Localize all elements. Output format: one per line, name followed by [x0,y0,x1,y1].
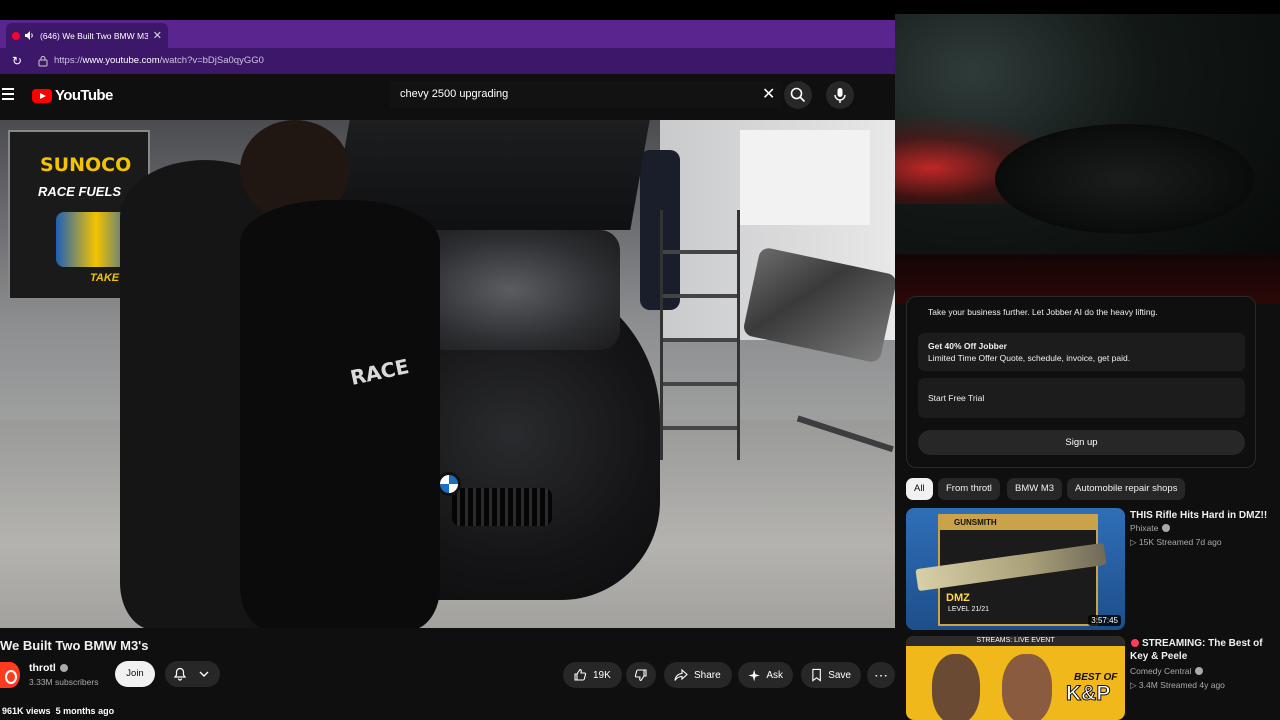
chip-all[interactable]: All [906,478,933,500]
recommendation-channel-name: Phixate [1130,523,1159,533]
thumb-face [932,654,980,720]
more-icon: ⋯ [874,667,888,683]
scene-window [740,130,870,225]
address-bar: ↻ https://www.youtube.com/watch?v=bDjSa0… [0,48,895,74]
webcam-overlay [895,14,1280,304]
subscriber-count: 3.33M subscribers [29,677,99,687]
video-duration: 3:57:45 [1088,615,1121,626]
scene-grille [452,488,552,526]
speaker-icon[interactable] [25,31,35,40]
save-label: Save [828,669,851,681]
youtube-favicon-icon [12,31,20,40]
recommendation-meta: ▷ 3.4M Streamed 4y ago [1130,680,1225,691]
thumb-dmz: DMZ [946,592,970,604]
url-field[interactable]: https://www.youtube.com/watch?v=bDjSa0qy… [54,55,264,66]
start-free-trial-label: Start Free Trial [928,393,985,403]
youtube-play-icon [32,88,52,103]
verified-icon [59,664,68,672]
ad-offer-title: Get 40% Off Jobber [928,341,1007,351]
chip-automobile-repair[interactable]: Automobile repair shops [1067,478,1186,500]
stream-status-icon: ▷ [1130,680,1139,690]
youtube-wordmark: YouTube [55,87,113,104]
sign-logo: SUNOCO [40,154,132,176]
voice-search-button[interactable] [826,81,854,109]
ad-offer-box[interactable] [918,333,1245,371]
verified-icon [1195,667,1204,675]
like-count: 19K [593,669,611,681]
upload-age: 5 months ago [55,706,115,716]
recommendation-channel-name: Comedy Central [1130,666,1192,676]
share-label: Share [694,669,721,681]
channel-avatar[interactable] [0,662,20,688]
view-stats: 961K views 5 months ago [2,706,114,716]
recommendation-meta-text: 3.4M Streamed 4y ago [1138,680,1225,690]
browser-tabstrip: (646) We Built Two BMW M3's ✕ + [0,20,895,61]
site-info-icon[interactable] [38,55,48,67]
close-tab-icon[interactable]: ✕ [153,29,162,42]
share-icon [674,668,688,681]
scene-badge [437,472,461,496]
join-button[interactable]: Join [115,661,155,687]
reload-icon[interactable]: ↻ [12,54,26,68]
recommendation-title[interactable]: THIS Rifle Hits Hard in DMZ!! [1130,509,1275,522]
view-count: 961K views [2,706,51,716]
thumb-level: LEVEL 21/21 [948,606,989,613]
thumb-face [1002,654,1052,720]
screen: (646) We Built Two BMW M3's ✕ + ↻ https:… [0,0,1280,720]
search-input[interactable]: chevy 2500 upgrading ✕ [390,81,782,108]
menu-icon[interactable] [2,88,14,100]
bell-icon [173,667,187,681]
thumb-header: STREAMS: LIVE EVENT [906,636,1125,646]
dislike-button[interactable] [626,662,656,688]
video-player[interactable]: SUNOCO RACE FUELS TAKE THE RACE [0,120,895,628]
sparkle-icon [748,669,760,681]
youtube-logo[interactable]: YouTube [32,87,113,104]
sign-subtitle: RACE FUELS [38,184,122,199]
ad-tagline: Take your business further. Let Jobber A… [928,307,1158,317]
recommendation-channel[interactable]: Phixate [1130,523,1171,533]
clear-search-icon[interactable]: ✕ [762,84,775,104]
channel-name[interactable]: throtl [29,662,68,674]
verified-icon [1162,524,1171,532]
chip-from-channel[interactable]: From throtl [938,478,1000,500]
notifications-button[interactable] [165,661,220,687]
webcam-subject [995,124,1255,234]
thumbs-up-icon [574,668,587,681]
thumb-header: GUNSMITH [940,516,1096,530]
recommendation-meta-text: 15K Streamed 7d ago [1138,537,1222,547]
sign-up-button[interactable]: Sign up [918,430,1245,455]
chip-bmw-m3[interactable]: BMW M3 [1007,478,1063,500]
search-icon [790,87,806,103]
browser-tab[interactable]: (646) We Built Two BMW M3's ✕ [6,23,168,48]
video-title: We Built Two BMW M3's [0,638,149,653]
more-actions-button[interactable]: ⋯ [867,662,895,688]
url-prefix: https:// [54,55,83,66]
scene-ladder [660,210,740,460]
channel-name-text: throtl [29,662,56,674]
stream-status-icon: ▷ [1130,537,1139,547]
like-button[interactable]: 19K [563,662,622,688]
microphone-icon [834,88,846,103]
youtube-header: YouTube chevy 2500 upgrading ✕ [0,74,895,120]
scene-person [240,200,440,628]
share-button[interactable]: Share [664,662,732,688]
save-button[interactable]: Save [801,662,861,688]
url-path: /watch?v=bDjSa0qyGG0 [159,55,264,66]
ask-button[interactable]: Ask [738,662,793,688]
url-domain: www.youtube.com [82,55,160,66]
recommendation-channel[interactable]: Comedy Central [1130,666,1204,676]
search-query: chevy 2500 upgrading [400,88,509,100]
ask-label: Ask [766,669,783,681]
recommendation-meta: ▷ 15K Streamed 7d ago [1130,537,1222,548]
search-button[interactable] [784,81,812,109]
recommendation-title[interactable]: STREAMING: The Best of Key & Peele [1130,637,1275,663]
chevron-down-icon [199,671,209,677]
recommendation-thumbnail[interactable]: STREAMS: LIVE EVENT BEST OF K&P [906,636,1125,720]
ad-offer-text: Limited Time Offer Quote, schedule, invo… [928,353,1131,363]
thumbs-down-icon [634,669,647,682]
tab-title: (646) We Built Two BMW M3's [40,30,148,41]
recommendation-thumbnail[interactable]: GUNSMITH DMZ LEVEL 21/21 3:57:45 [906,508,1125,630]
bookmark-icon [812,668,821,682]
thumb-kp: K&P [1065,682,1111,706]
